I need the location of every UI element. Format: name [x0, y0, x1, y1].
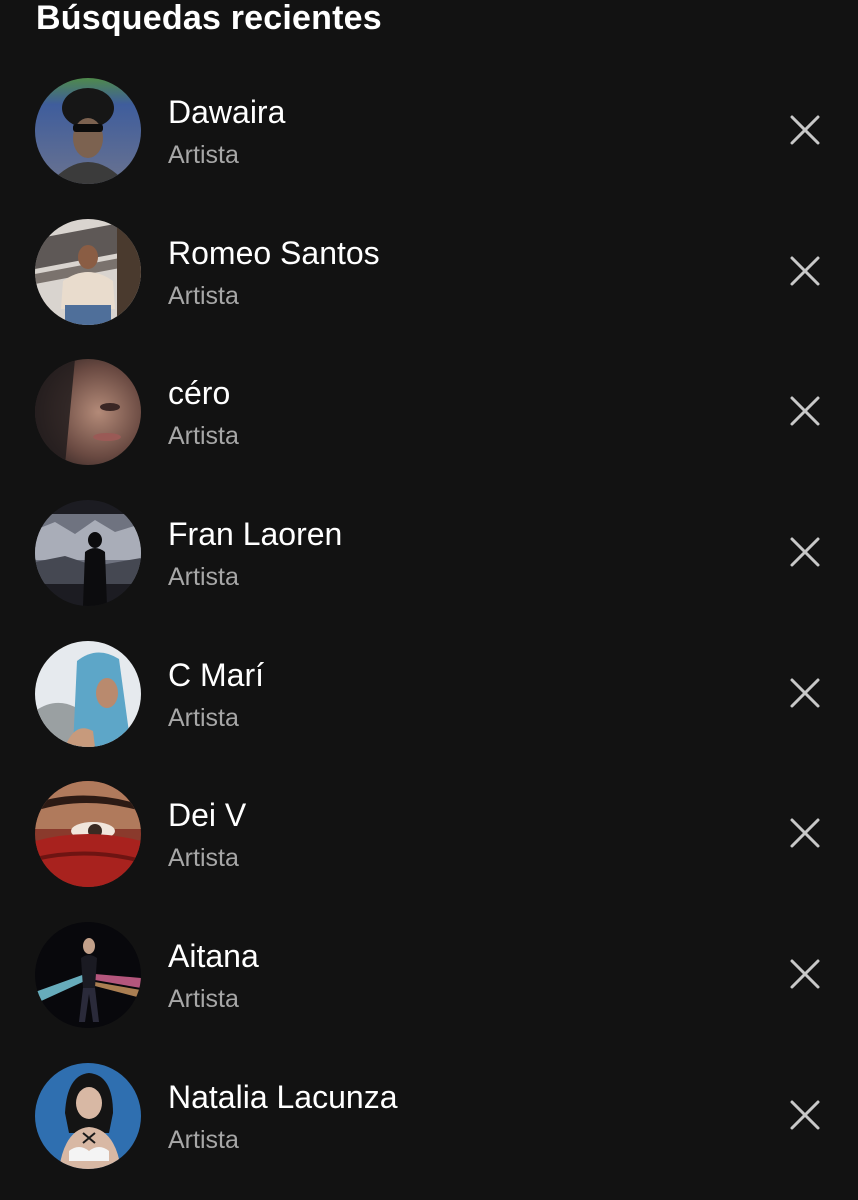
avatar: [35, 78, 141, 184]
list-item[interactable]: C Marí Artista: [0, 640, 858, 747]
avatar: [35, 922, 141, 1029]
artist-name: Fran Laoren: [168, 516, 343, 553]
artist-name: Romeo Santos: [168, 234, 380, 271]
result-type: Artista: [168, 563, 239, 592]
artist-name: céro: [168, 375, 231, 412]
result-type: Artista: [168, 985, 239, 1014]
remove-button[interactable]: [777, 524, 833, 580]
result-type: Artista: [168, 141, 239, 169]
list-item[interactable]: Dei V Artista: [0, 781, 858, 888]
remove-button[interactable]: [777, 1087, 833, 1143]
list-item[interactable]: Natalia Lacunza Artista: [0, 1062, 858, 1169]
artist-name: Dei V: [168, 797, 247, 834]
close-icon: [790, 256, 820, 286]
list-item[interactable]: Romeo Santos Artista: [0, 218, 858, 325]
recent-searches-screen: Búsquedas recientes Dawaira Artista Rome…: [0, 0, 858, 1200]
close-icon: [790, 959, 820, 989]
list-item[interactable]: Dawaira Artista: [0, 78, 858, 184]
result-type: Artista: [168, 1125, 239, 1154]
remove-button[interactable]: [777, 946, 833, 1002]
avatar: [35, 359, 141, 466]
close-icon: [790, 678, 820, 708]
list-item[interactable]: Aitana Artista: [0, 922, 858, 1029]
section-title: Búsquedas recientes: [36, 0, 382, 37]
close-icon: [790, 537, 820, 567]
close-icon: [790, 1100, 820, 1130]
remove-button[interactable]: [777, 805, 833, 861]
avatar: [35, 1062, 141, 1169]
result-type: Artista: [168, 703, 239, 732]
remove-button[interactable]: [777, 102, 833, 158]
remove-button[interactable]: [777, 665, 833, 721]
avatar: [35, 640, 141, 747]
artist-name: Dawaira: [168, 94, 286, 130]
list-item[interactable]: Fran Laoren Artista: [0, 500, 858, 607]
list-item[interactable]: céro Artista: [0, 359, 858, 466]
avatar: [35, 218, 141, 325]
close-icon: [790, 396, 820, 426]
avatar: [35, 500, 141, 607]
result-type: Artista: [168, 844, 239, 873]
close-icon: [790, 115, 820, 145]
remove-button[interactable]: [777, 243, 833, 299]
result-type: Artista: [168, 422, 239, 451]
result-type: Artista: [168, 281, 239, 310]
artist-name: Aitana: [168, 938, 259, 975]
recent-searches-list: Dawaira Artista Romeo Santos Artista cér…: [0, 78, 858, 1200]
artist-name: Natalia Lacunza: [168, 1078, 398, 1115]
avatar: [35, 781, 141, 888]
remove-button[interactable]: [777, 383, 833, 439]
close-icon: [790, 818, 820, 848]
artist-name: C Marí: [168, 656, 264, 693]
